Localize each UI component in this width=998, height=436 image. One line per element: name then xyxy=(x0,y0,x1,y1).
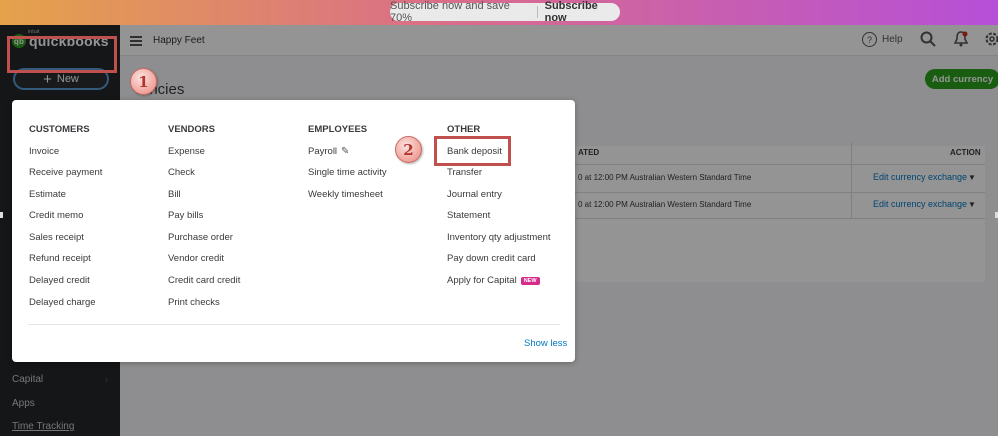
menu-heading-other: OTHER xyxy=(447,124,481,135)
menu-item-pay-bills[interactable]: Pay bills xyxy=(168,210,203,221)
menu-item-sales-receipt[interactable]: Sales receipt xyxy=(29,232,84,243)
menu-item-payroll[interactable]: Payroll ✎ xyxy=(308,146,349,157)
menu-item-expense[interactable]: Expense xyxy=(168,146,205,157)
menu-item-vendor-credit[interactable]: Vendor credit xyxy=(168,253,224,264)
edge-mark-left xyxy=(0,212,3,218)
menu-item-journal-entry[interactable]: Journal entry xyxy=(447,189,502,200)
menu-item-check[interactable]: Check xyxy=(168,167,195,178)
menu-item-receive-payment[interactable]: Receive payment xyxy=(29,167,102,178)
menu-item-credit-memo[interactable]: Credit memo xyxy=(29,210,83,221)
promo-text: Subscribe now and save 70% xyxy=(390,0,510,24)
menu-item-apply-for-capital-label: Apply for Capital xyxy=(447,275,517,286)
menu-item-transfer[interactable]: Transfer xyxy=(447,167,482,178)
menu-item-bill[interactable]: Bill xyxy=(168,189,181,200)
callout-step-2: 2 xyxy=(395,136,422,163)
menu-item-payroll-label: Payroll xyxy=(308,146,338,157)
menu-item-single-time-activity[interactable]: Single time activity xyxy=(308,167,387,178)
menu-heading-customers: CUSTOMERS xyxy=(29,124,90,135)
highlight-box-new-button xyxy=(7,36,117,73)
menu-item-pay-down-credit-card[interactable]: Pay down credit card xyxy=(447,253,536,264)
menu-item-purchase-order[interactable]: Purchase order xyxy=(168,232,233,243)
menu-item-credit-card-credit[interactable]: Credit card credit xyxy=(168,275,240,286)
menu-item-refund-receipt[interactable]: Refund receipt xyxy=(29,253,91,264)
pin-icon[interactable]: ✎ xyxy=(341,146,349,157)
menu-heading-vendors: VENDORS xyxy=(168,124,215,135)
menu-item-invoice[interactable]: Invoice xyxy=(29,146,59,157)
subscribe-now-link[interactable]: Subscribe now xyxy=(545,0,620,24)
promo-pill[interactable]: Subscribe now and save 70% Subscribe now xyxy=(390,0,620,24)
promo-banner: Subscribe now and save 70% Subscribe now xyxy=(0,0,998,25)
menu-item-delayed-credit[interactable]: Delayed credit xyxy=(29,275,90,286)
menu-item-print-checks[interactable]: Print checks xyxy=(168,297,220,308)
callout-step-1: 1 xyxy=(130,68,157,95)
menu-item-apply-for-capital[interactable]: Apply for Capital NEW xyxy=(447,275,540,286)
promo-separator xyxy=(536,6,538,18)
show-less-link[interactable]: Show less xyxy=(524,338,567,349)
menu-item-inventory-qty-adjustment[interactable]: Inventory qty adjustment xyxy=(447,232,551,243)
menu-item-weekly-timesheet[interactable]: Weekly timesheet xyxy=(308,189,383,200)
menu-item-estimate[interactable]: Estimate xyxy=(29,189,66,200)
menu-item-delayed-charge[interactable]: Delayed charge xyxy=(29,297,96,308)
highlight-box-bank-deposit xyxy=(434,136,511,166)
new-badge: NEW xyxy=(520,277,540,285)
menu-heading-employees: EMPLOYEES xyxy=(308,124,368,135)
menu-item-statement[interactable]: Statement xyxy=(447,210,490,221)
menu-divider xyxy=(28,324,560,325)
